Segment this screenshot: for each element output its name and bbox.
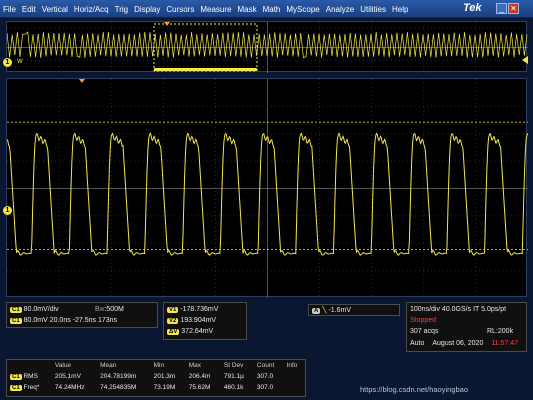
measurement-max: 206.4m [186,371,221,382]
channel-tag-row2: C1 [10,318,22,324]
measurement-count: 307.0 [254,371,284,382]
measurement-source-tag: C1 [10,385,22,391]
measurement-name: C1 Freq* [7,382,52,393]
measurement-info [284,382,305,393]
measurement-header-4: Max [186,360,221,371]
channel-row2-scale: 80.0mV [24,317,48,324]
watermark: https://blog.csdn.net/haoyingbao [360,385,468,394]
measurement-mean: 204.78199m [97,371,150,382]
cursor-v1-value: -178.736mV [180,306,218,313]
channel-row2-time: 20.0ns [50,317,71,324]
measurement-row[interactable]: C1 RMS 205.1mV 204.78199m 201.3m 206.4m 791.1… [7,371,305,382]
trigger-position-icon [164,22,170,26]
overview-waveform [7,22,528,73]
channel-row2-offset: -27.5ns [73,317,96,324]
trigger-slope-icon: ╲ [322,307,326,314]
menu: File Edit Vertical Horiz/Acq Trig Display Curs… [0,0,411,18]
menu-item-math[interactable]: Math [260,5,284,14]
acq-mode: IT [473,306,479,313]
channel-tag: C1 [10,307,22,313]
measurement-header-3: Min [151,360,186,371]
menu-item-file[interactable]: File [0,5,19,14]
measurement-header-6: Count [254,360,284,371]
measurement-value: 74.24MHz [52,382,97,393]
menu-item-edit[interactable]: Edit [19,5,39,14]
window-controls: _ ✕ [496,3,519,14]
menu-item-analyze[interactable]: Analyze [323,5,357,14]
menu-item-vertical[interactable]: Vertical [39,5,71,14]
measurement-table[interactable]: Value Mean Min Max St Dev Count Info C1 RMS 205… [6,359,306,397]
measurement-header-2: Mean [97,360,150,371]
cursor-dv-value: 372.64mV [181,328,213,335]
cursor-v2-tag: V2 [167,318,178,324]
trigger-time-marker-icon [79,79,85,83]
main-graticule[interactable]: 1 [6,78,527,297]
measurement-min: 201.3m [151,371,186,382]
measurement-stdev: 460.1k [221,382,254,393]
measurement-header-row: Value Mean Min Max St Dev Count Info [7,360,305,371]
menu-item-display[interactable]: Display [131,5,163,14]
trigger-readout[interactable]: A ╲ -1.6mV [308,304,400,316]
menu-item-mask[interactable]: Mask [234,5,259,14]
measurement-min: 73.19M [151,382,186,393]
cursor-dv-tag: ΔV [167,329,179,335]
overview-zoom-label: W [17,59,23,65]
menu-item-help[interactable]: Help [389,5,411,14]
measurement-header-7: Info [284,360,305,371]
minimize-icon[interactable]: _ [496,3,507,14]
menu-item-measure[interactable]: Measure [197,5,234,14]
menu-item-myscope[interactable]: MyScope [283,5,322,14]
main-graticule-grid [7,79,528,298]
channel-readout[interactable]: C1 80.0mV/div BW:500M C1 80.0mV 20.0ns -… [6,302,158,328]
run-status[interactable]: Stopped [410,317,436,324]
record-length: RL:200k [487,328,513,335]
overview-ch1-marker[interactable]: 1 [3,58,12,67]
trigger-mode: Auto [410,340,424,347]
clock: 11:57:47 [491,340,518,347]
measurement-max: 75.62M [186,382,221,393]
channel-scale: 80.0mV/div [24,306,59,313]
acq-count: 307 acqs [410,328,438,335]
bandwidth-value: 500M [106,306,124,313]
menu-item-utilities[interactable]: Utilities [357,5,389,14]
overview-graticule-grid [7,22,528,73]
measurement-source-tag: C1 [10,374,22,380]
zoom-overview-panel[interactable]: 1 W [6,21,527,72]
zoom-window-bar[interactable] [154,68,257,71]
measurement-count: 307.0 [254,382,284,393]
tek-logo: Tek [463,2,482,14]
resolution: 5.0ps/pt [481,306,506,313]
overview-right-marker-icon [522,56,528,64]
trigger-level: -1.6mV [328,307,351,314]
menu-item-cursors[interactable]: Cursors [163,5,197,14]
menu-bar: File Edit Vertical Horiz/Acq Trig Display Curs… [0,0,533,18]
readouts-area: C1 80.0mV/div BW:500M C1 80.0mV 20.0ns -… [6,300,527,356]
menu-item-trig[interactable]: Trig [112,5,131,14]
cursor-v1-tag: V1 [167,307,178,313]
menu-item-horiz-acq[interactable]: Horiz/Acq [71,5,112,14]
sample-rate: 40.0GS/s [442,306,471,313]
channel-row2-total: 173ns [98,317,117,324]
main-ch1-marker[interactable]: 1 [3,206,12,215]
measurement-value: 205.1mV [52,371,97,382]
acquisition-readout[interactable]: 100ns/div 40.0GS/s IT 5.0ps/pt Stopped 3… [406,302,527,352]
trigger-tag: A [312,308,320,314]
measurement-mean: 74.254835M [97,382,150,393]
measurement-info [284,371,305,382]
date: August 06, 2020 [432,340,483,347]
main-waveform [7,79,528,298]
cursor-readout[interactable]: V1 -178.736mV V2 193.904mV ΔV 372.64mV [163,302,247,340]
measurement-header-1: Value [52,360,97,371]
measurement-header-0 [7,360,52,371]
measurement-header-5: St Dev [221,360,254,371]
measurement-stdev: 791.1µ [221,371,254,382]
timebase: 100ns/div [410,306,440,313]
measurement-row[interactable]: C1 Freq* 74.24MHz 74.254835M 73.19M 75.62M 46… [7,382,305,393]
close-icon[interactable]: ✕ [508,3,519,14]
measurement-name: C1 RMS [7,371,52,382]
cursor-v2-value: 193.904mV [180,317,216,324]
